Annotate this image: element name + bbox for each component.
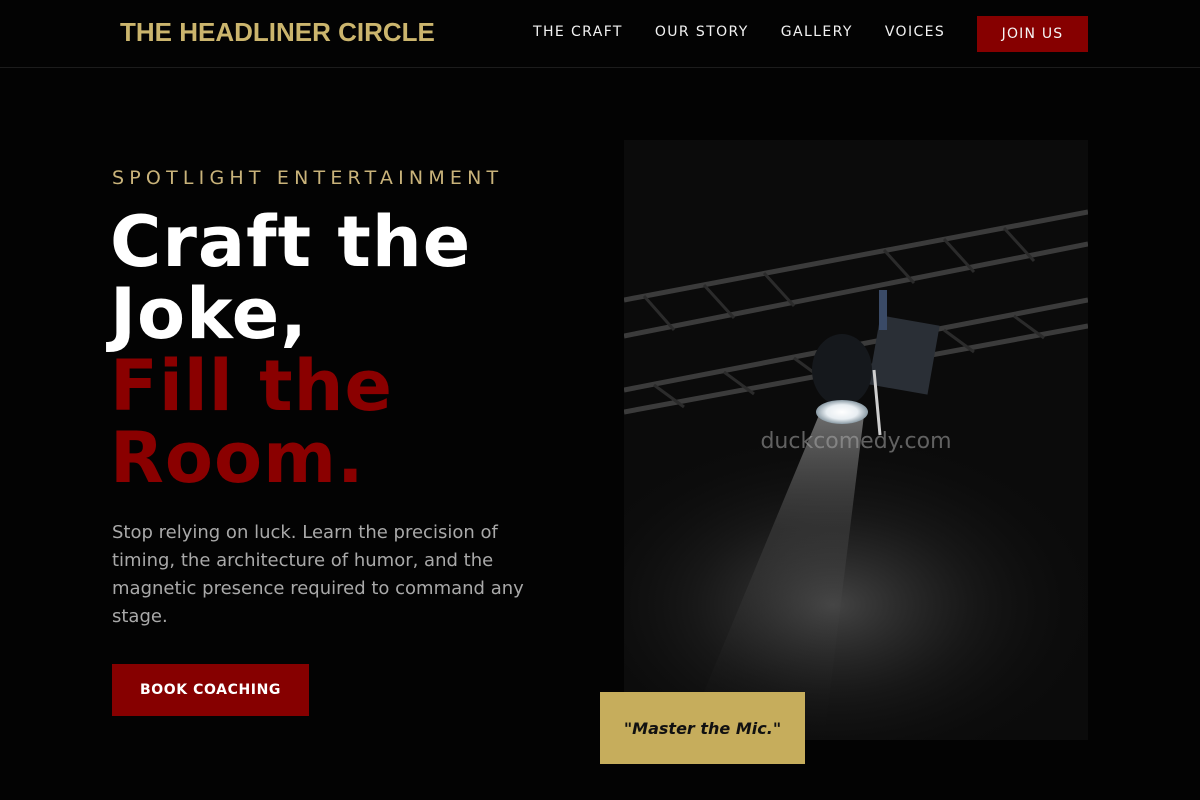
- book-coaching-button[interactable]: BOOK COACHING: [112, 664, 309, 716]
- nav-link-our-story[interactable]: OUR STORY: [655, 24, 749, 40]
- headline-line-1: Craft the: [110, 201, 472, 283]
- hero-lead-text: Stop relying on luck. Learn the precisio…: [112, 522, 524, 627]
- site-header: THE HEADLINER CIRCLE THE CRAFT OUR STORY…: [0, 0, 1200, 68]
- site-logo[interactable]: THE HEADLINER CIRCLE: [120, 17, 435, 48]
- hero-eyebrow: SPOTLIGHT ENTERTAINMENT: [112, 167, 504, 189]
- hero-headline: Craft the Joke, Fill the Room.: [110, 206, 471, 494]
- quote-card: "Master the Mic.": [600, 692, 805, 764]
- image-watermark: duckcomedy.com: [760, 429, 952, 454]
- hero-image: duckcomedy.com: [624, 140, 1088, 740]
- nav-link-the-craft[interactable]: THE CRAFT: [533, 24, 623, 40]
- headline-line-3: Fill the: [110, 345, 393, 427]
- headline-line-2: Joke,: [110, 273, 308, 355]
- nav-link-gallery[interactable]: GALLERY: [781, 24, 853, 40]
- page: THE HEADLINER CIRCLE THE CRAFT OUR STORY…: [0, 0, 1200, 800]
- nav-link-voices[interactable]: VOICES: [885, 24, 945, 40]
- main-nav: THE CRAFT OUR STORY GALLERY VOICES: [533, 24, 977, 40]
- join-us-button[interactable]: JOIN US: [977, 16, 1088, 52]
- headline-line-4: Room.: [110, 417, 365, 499]
